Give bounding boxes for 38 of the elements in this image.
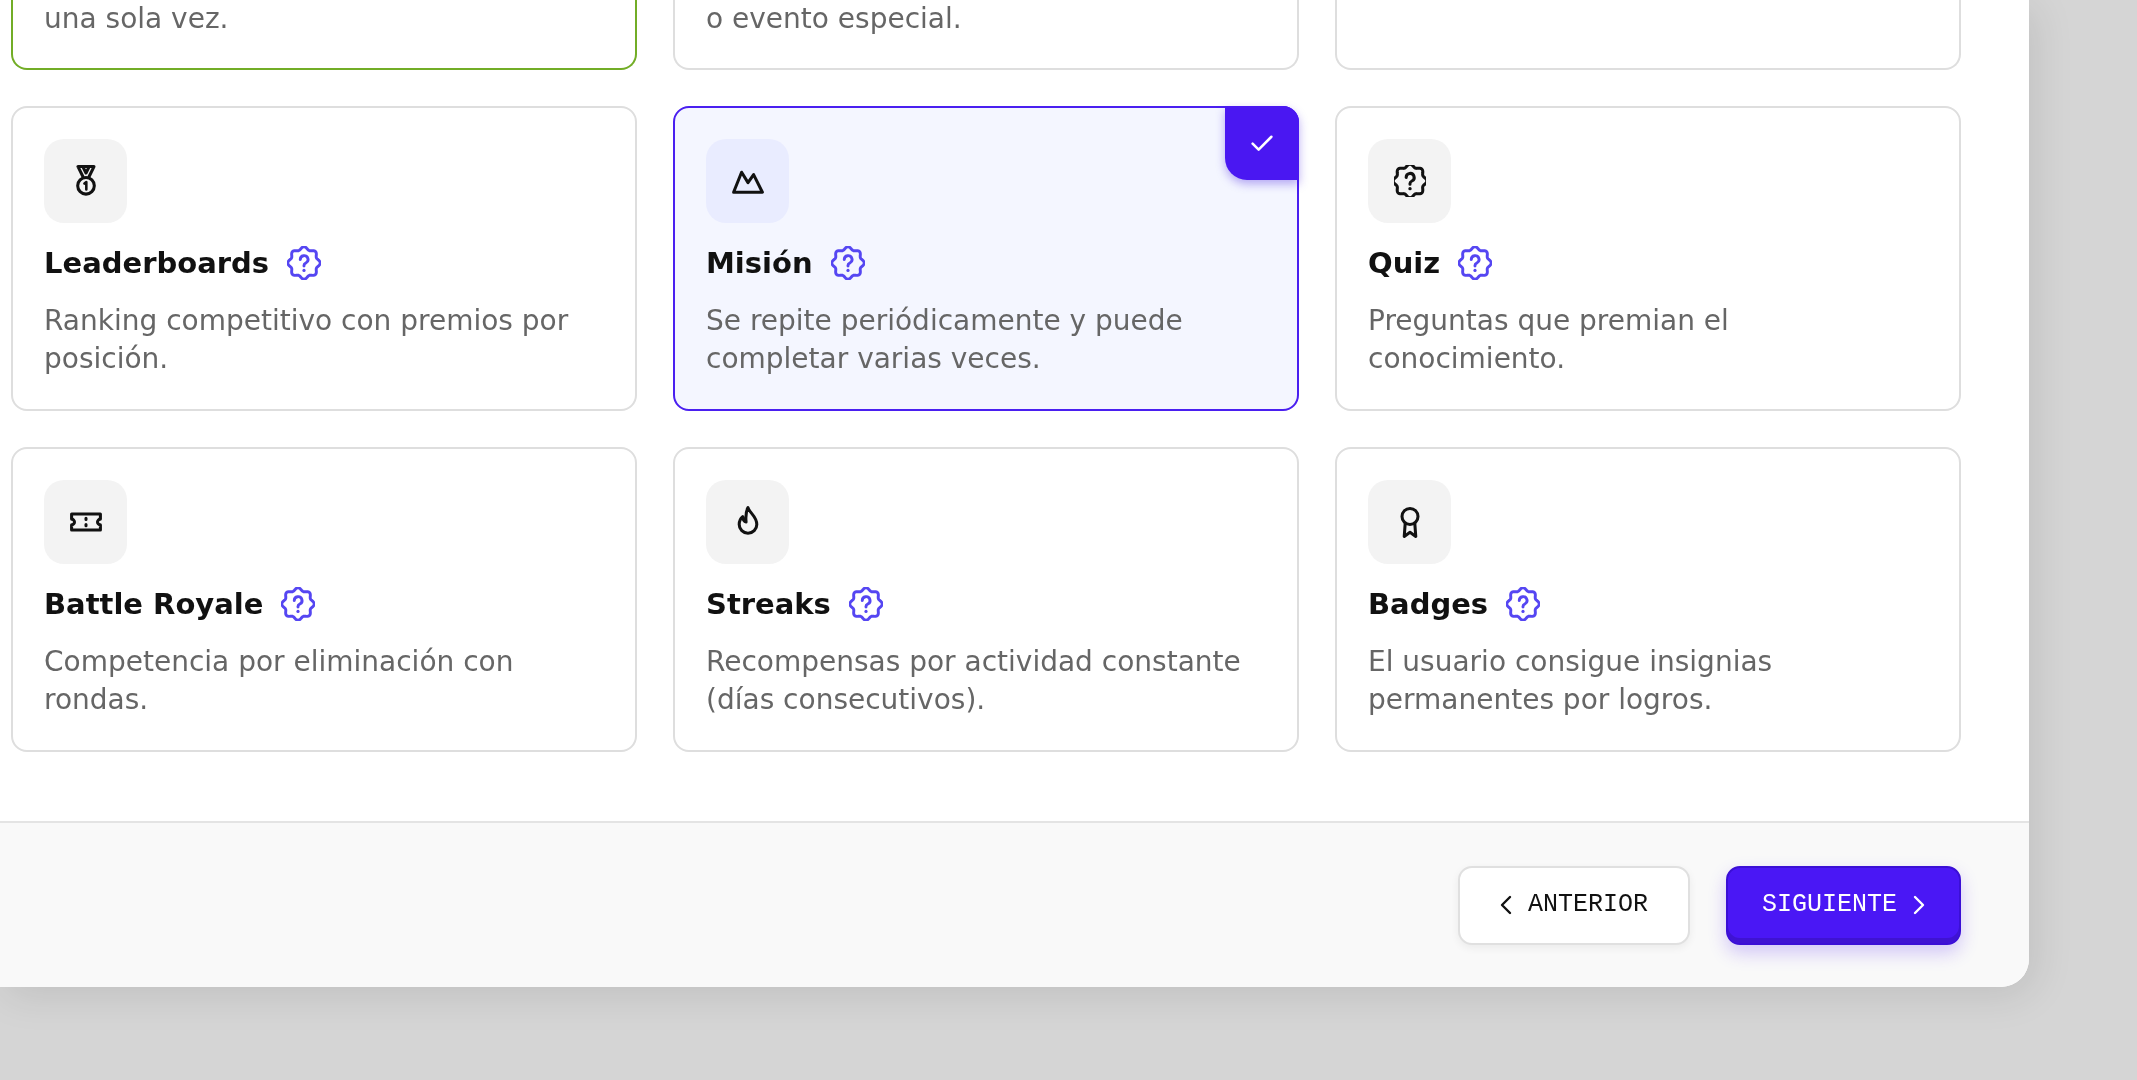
card-description: Preguntas que premian el conocimiento. bbox=[1368, 303, 1730, 377]
card-description: El usuario consigue insignias permanentes por logros. bbox=[1368, 644, 1774, 718]
medal-icon bbox=[44, 139, 127, 223]
previous-button[interactable]: ANTERIOR bbox=[1457, 865, 1690, 945]
next-button[interactable]: SIGUIENTE bbox=[1725, 865, 1961, 945]
mountain-icon bbox=[706, 139, 789, 223]
award-ribbon-icon bbox=[1368, 480, 1451, 564]
card-title: Streaks bbox=[706, 586, 831, 623]
option-card[interactable]: Streaks Recompensas por actividad constante (días consecutivos). bbox=[673, 447, 1299, 752]
ticket-icon bbox=[44, 480, 127, 564]
card-description: una sola vez. bbox=[44, 1, 230, 37]
card-description: Recompensas por actividad constante (días consecutivos). bbox=[706, 644, 1242, 718]
card-title: Badges bbox=[1368, 586, 1489, 623]
help-icon[interactable] bbox=[830, 246, 865, 280]
option-card[interactable]: Leaderboards Ranking competitivo con premios por posición. bbox=[11, 106, 637, 411]
help-icon[interactable] bbox=[281, 587, 316, 621]
card-title: Misión bbox=[706, 245, 813, 282]
help-icon[interactable] bbox=[1458, 246, 1493, 280]
chevron-left-icon bbox=[1499, 895, 1512, 915]
card-description: Ranking competitivo con premios por posición. bbox=[44, 303, 570, 377]
help-icon[interactable] bbox=[1506, 587, 1541, 621]
help-icon[interactable] bbox=[848, 587, 883, 621]
option-card[interactable]: Misión Se repite periódicamente y puede completar varias veces. bbox=[673, 106, 1299, 411]
card-title: Quiz bbox=[1368, 245, 1441, 282]
option-card[interactable]: Battle Royale Competencia por eliminación con rondas. bbox=[11, 447, 637, 752]
help-icon[interactable] bbox=[287, 246, 322, 280]
card-description: Competencia por eliminación con rondas. bbox=[44, 644, 515, 718]
option-card[interactable]: una sola vez. bbox=[11, 0, 637, 70]
option-card[interactable]: o evento especial. bbox=[673, 0, 1299, 70]
option-card[interactable]: Badges El usuario consigue insignias permanentes por logros. bbox=[1335, 447, 1961, 752]
card-title: Battle Royale bbox=[44, 586, 264, 623]
card-description: Se repite periódicamente y puede completar varias veces. bbox=[706, 303, 1184, 377]
card-description: o evento especial. bbox=[706, 1, 963, 37]
flame-icon bbox=[706, 480, 789, 564]
option-card[interactable]: Quiz Preguntas que premian el conocimiento. bbox=[1335, 106, 1961, 411]
question-badge-icon bbox=[1368, 139, 1451, 223]
chevron-right-icon bbox=[1913, 895, 1925, 915]
card-title: Leaderboards bbox=[44, 245, 270, 282]
